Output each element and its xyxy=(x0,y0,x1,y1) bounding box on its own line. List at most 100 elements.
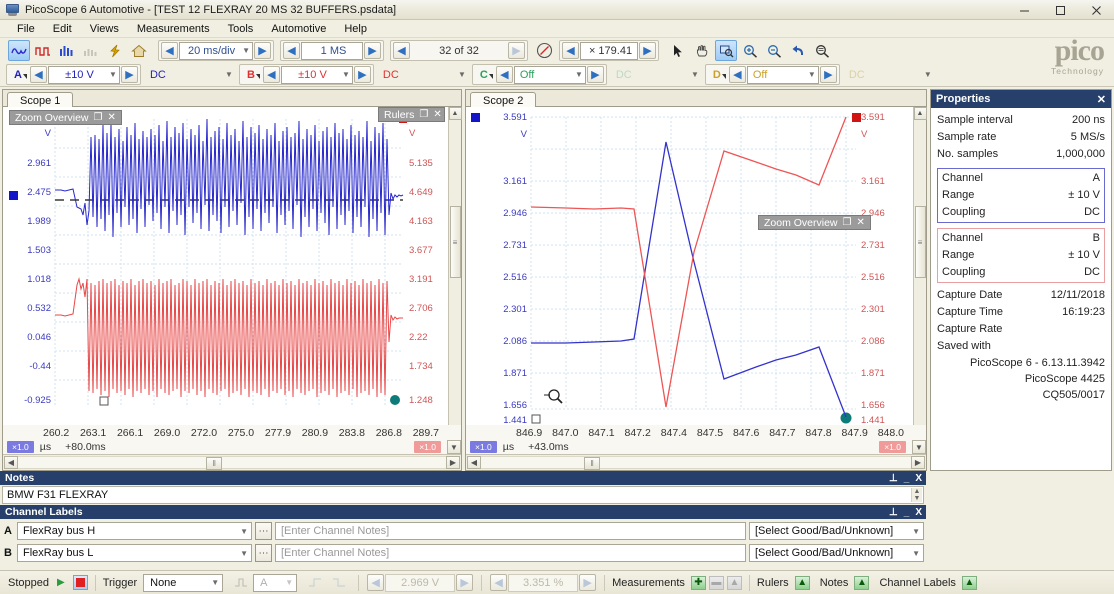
scroll-track[interactable]: ‖ xyxy=(481,456,911,471)
maximize-button[interactable] xyxy=(1042,0,1078,20)
timebase-next-button[interactable]: ▶ xyxy=(254,42,271,59)
menu-item-views[interactable]: Views xyxy=(81,22,128,36)
trigger-level-prev-button[interactable]: ◀ xyxy=(367,574,385,591)
rulers-close-icon[interactable]: ✕ xyxy=(433,109,441,120)
scope-1-ruler-badge-right[interactable]: ×1.0 xyxy=(414,441,441,454)
channel-a-status-select[interactable]: [Select Good/Bad/Unknown] ▼ xyxy=(749,522,924,540)
trigger-percent-prev-button[interactable]: ◀ xyxy=(490,574,508,591)
scope-1-horizontal-scrollbar[interactable]: ◀ ‖ ▶ xyxy=(3,454,461,471)
scope-2-ruler-badge-left[interactable]: ×1.0 xyxy=(470,441,497,454)
zoom-overview-icon[interactable] xyxy=(811,40,833,61)
menu-item-automotive[interactable]: Automotive xyxy=(262,22,335,36)
properties-close-icon[interactable]: ✕ xyxy=(1097,93,1106,106)
scroll-up-button[interactable]: ▲ xyxy=(448,107,462,121)
channel-labels-pin-icon[interactable]: ⊥ xyxy=(889,507,898,518)
notes-close-icon[interactable]: X xyxy=(915,473,922,484)
undo-zoom-icon[interactable] xyxy=(787,40,809,61)
channel-d-range-select[interactable]: Off ▼ xyxy=(746,65,819,84)
samples-select[interactable]: 1 MS xyxy=(301,41,363,60)
channel-b-coupling-select[interactable]: DC ▼ xyxy=(377,66,469,84)
scroll-up-button[interactable]: ▲ xyxy=(913,107,927,121)
channel-b-range-next-button[interactable]: ▶ xyxy=(353,66,371,83)
zoom-overview-close-icon[interactable]: ✕ xyxy=(856,217,864,228)
scroll-right-button[interactable]: ▶ xyxy=(911,456,925,470)
trigger-rising-edge-icon[interactable] xyxy=(304,572,326,593)
scope-1-rulers-window[interactable]: Rulers ❐ ✕ xyxy=(378,107,445,123)
trigger-percent-next-button[interactable]: ▶ xyxy=(579,574,597,591)
channel-b-label-more-button[interactable]: ⋯ xyxy=(255,544,272,562)
channel-c-range-prev-button[interactable]: ◀ xyxy=(495,66,513,83)
tab-scope-1[interactable]: Scope 1 xyxy=(7,92,74,109)
channel-b-menu-button[interactable]: B xyxy=(241,69,262,81)
menu-item-measurements[interactable]: Measurements xyxy=(128,22,219,36)
channel-b-range-prev-button[interactable]: ◀ xyxy=(262,66,280,83)
trigger-source-select[interactable]: A ▼ xyxy=(253,573,298,592)
spectrum-mode-icon[interactable] xyxy=(32,40,54,61)
zoom-overview-close-icon[interactable]: ✕ xyxy=(107,112,115,123)
zoom-factor-field[interactable]: × 179.41 xyxy=(580,41,638,60)
zoom-out-tool-icon[interactable] xyxy=(763,40,785,61)
scroll-track[interactable]: ‖ xyxy=(18,456,446,471)
channel-b-range-select[interactable]: ±10 V ▼ xyxy=(280,65,353,84)
channel-d-menu-button[interactable]: D xyxy=(707,69,728,81)
scope-2-plot[interactable]: 3.591 V 3.161 2.946 2.731 2.516 2.301 2.086 … xyxy=(466,107,927,426)
tab-scope-2[interactable]: Scope 2 xyxy=(470,92,537,109)
zoom-overview-restore-icon[interactable]: ❐ xyxy=(94,112,103,123)
channel-c-coupling-select[interactable]: DC ▼ xyxy=(610,66,702,84)
channel-c-menu-button[interactable]: C xyxy=(474,69,495,81)
menu-item-help[interactable]: Help xyxy=(335,22,376,36)
channel-a-label-select[interactable]: FlexRay bus H ▼ xyxy=(17,522,252,540)
channel-a-range-select[interactable]: ±10 V ▼ xyxy=(47,65,120,84)
scope-mode-icon[interactable] xyxy=(8,40,30,61)
scroll-thumb[interactable]: ≡ xyxy=(914,206,926,279)
scroll-left-button[interactable]: ◀ xyxy=(4,456,18,470)
menu-item-file[interactable]: File xyxy=(8,22,44,36)
channel-labels-close-icon[interactable]: X xyxy=(915,507,922,518)
scope-1-ruler-badge-left[interactable]: ×1.0 xyxy=(7,441,34,454)
channel-b-status-select[interactable]: [Select Good/Bad/Unknown] ▼ xyxy=(749,544,924,562)
zoom-overview-restore-icon[interactable]: ❐ xyxy=(843,217,852,228)
zoom-box-tool-icon[interactable] xyxy=(715,40,737,61)
toggle-notes-button[interactable]: ▲ xyxy=(854,575,870,590)
quick-guide-icon[interactable] xyxy=(104,40,126,61)
add-measurement-button[interactable]: ✚ xyxy=(690,575,706,590)
notes-minimize-icon[interactable]: _ xyxy=(904,473,910,484)
home-icon[interactable] xyxy=(128,40,150,61)
edit-measurement-button[interactable]: ▲ xyxy=(726,575,742,590)
zoom-factor-next-button[interactable]: ▶ xyxy=(639,42,656,59)
trigger-percent-field[interactable]: 3.351 % xyxy=(508,573,579,592)
channel-a-range-next-button[interactable]: ▶ xyxy=(120,66,138,83)
scroll-right-button[interactable]: ▶ xyxy=(446,456,460,470)
menu-item-tools[interactable]: Tools xyxy=(219,22,263,36)
channel-d-range-next-button[interactable]: ▶ xyxy=(819,66,837,83)
buffer-next-button[interactable]: ▶ xyxy=(508,42,525,59)
scope-1-zoom-overview-window[interactable]: Zoom Overview ❐ ✕ xyxy=(9,110,122,126)
channel-a-label-more-button[interactable]: ⋯ xyxy=(255,522,272,540)
timebase-prev-button[interactable]: ◀ xyxy=(161,42,178,59)
scope-2-horizontal-scrollbar[interactable]: ◀ ‖ ▶ xyxy=(466,454,926,471)
start-capture-icon[interactable]: ▶ xyxy=(57,577,65,588)
notes-textarea[interactable]: BMW F31 FLEXRAY ▲ ▼ xyxy=(2,486,924,504)
close-button[interactable] xyxy=(1078,0,1114,20)
scroll-thumb[interactable]: ‖ xyxy=(206,457,223,471)
channel-d-range-prev-button[interactable]: ◀ xyxy=(728,66,746,83)
notes-pin-icon[interactable]: ⊥ xyxy=(889,473,898,484)
timebase-select[interactable]: 20 ms/div ▼ xyxy=(179,41,253,60)
channel-a-range-prev-button[interactable]: ◀ xyxy=(29,66,47,83)
trigger-level-field[interactable]: 2.969 V xyxy=(385,573,456,592)
toggle-rulers-button[interactable]: ▲ xyxy=(794,575,810,590)
toggle-channel-labels-button[interactable]: ▲ xyxy=(961,575,977,590)
scope-1-ruler-dropdown-icon[interactable]: ▼ xyxy=(447,440,461,455)
channel-b-label-select[interactable]: FlexRay bus L ▼ xyxy=(17,544,252,562)
zoom-in-tool-icon[interactable] xyxy=(739,40,761,61)
channel-c-range-next-button[interactable]: ▶ xyxy=(586,66,604,83)
samples-next-button[interactable]: ▶ xyxy=(364,42,381,59)
channel-a-notes-input[interactable]: [Enter Channel Notes] xyxy=(275,522,746,540)
zoom-factor-prev-button[interactable]: ◀ xyxy=(562,42,579,59)
trigger-falling-edge-icon[interactable] xyxy=(328,572,350,593)
scroll-thumb[interactable]: ≡ xyxy=(449,206,461,279)
notes-scrollbar[interactable]: ▲ ▼ xyxy=(911,488,922,502)
remove-measurement-button[interactable]: ▬ xyxy=(708,575,724,590)
channel-c-range-select[interactable]: Off ▼ xyxy=(513,65,586,84)
trigger-level-next-button[interactable]: ▶ xyxy=(456,574,474,591)
